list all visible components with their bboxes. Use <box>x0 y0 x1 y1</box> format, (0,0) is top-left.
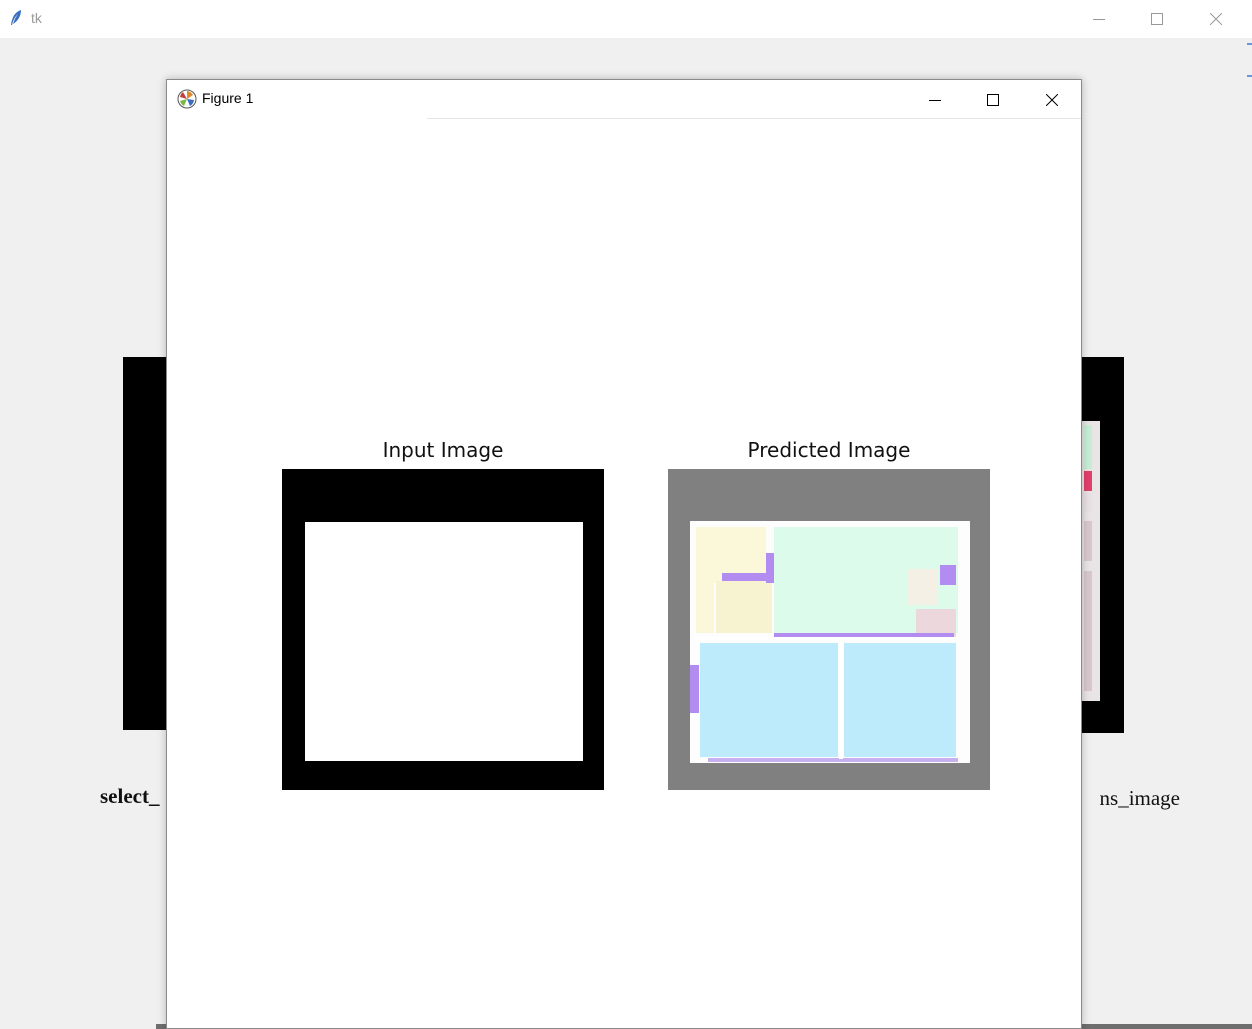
predicted-image-title: Predicted Image <box>747 438 911 462</box>
close-icon <box>1046 93 1058 106</box>
close-button[interactable] <box>1187 0 1245 38</box>
minimize-icon <box>929 99 941 101</box>
input-image <box>282 469 604 790</box>
tk-titlebar: tk <box>0 0 1252 38</box>
input-image-title: Input Image <box>382 438 504 462</box>
maximize-button[interactable] <box>1128 0 1186 38</box>
window-edge <box>1247 43 1252 77</box>
output-image-thumbnail <box>1080 421 1100 701</box>
figure-maximize-button[interactable] <box>964 80 1022 119</box>
output-image-panel <box>1076 357 1124 733</box>
minimize-icon <box>1093 19 1105 20</box>
maximize-icon <box>1151 13 1163 25</box>
figure-window: Figure 1 Input Image Predicted Image <box>166 79 1082 1029</box>
window-title: tk <box>31 10 42 26</box>
predicted-image <box>668 469 990 790</box>
select-image-label[interactable]: select_ <box>100 784 166 809</box>
figure-title: Figure 1 <box>202 90 254 106</box>
minimize-button[interactable] <box>1070 0 1128 38</box>
matplotlib-icon <box>177 89 197 109</box>
maximize-icon <box>987 93 999 106</box>
figure-close-button[interactable] <box>1023 80 1081 119</box>
figure-titlebar: Figure 1 <box>167 80 1081 119</box>
output-image-label[interactable]: ns_image <box>1070 786 1180 811</box>
figure-minimize-button[interactable] <box>906 80 964 119</box>
input-image-panel <box>123 357 171 730</box>
feather-icon <box>11 10 21 25</box>
close-icon <box>1210 13 1222 25</box>
